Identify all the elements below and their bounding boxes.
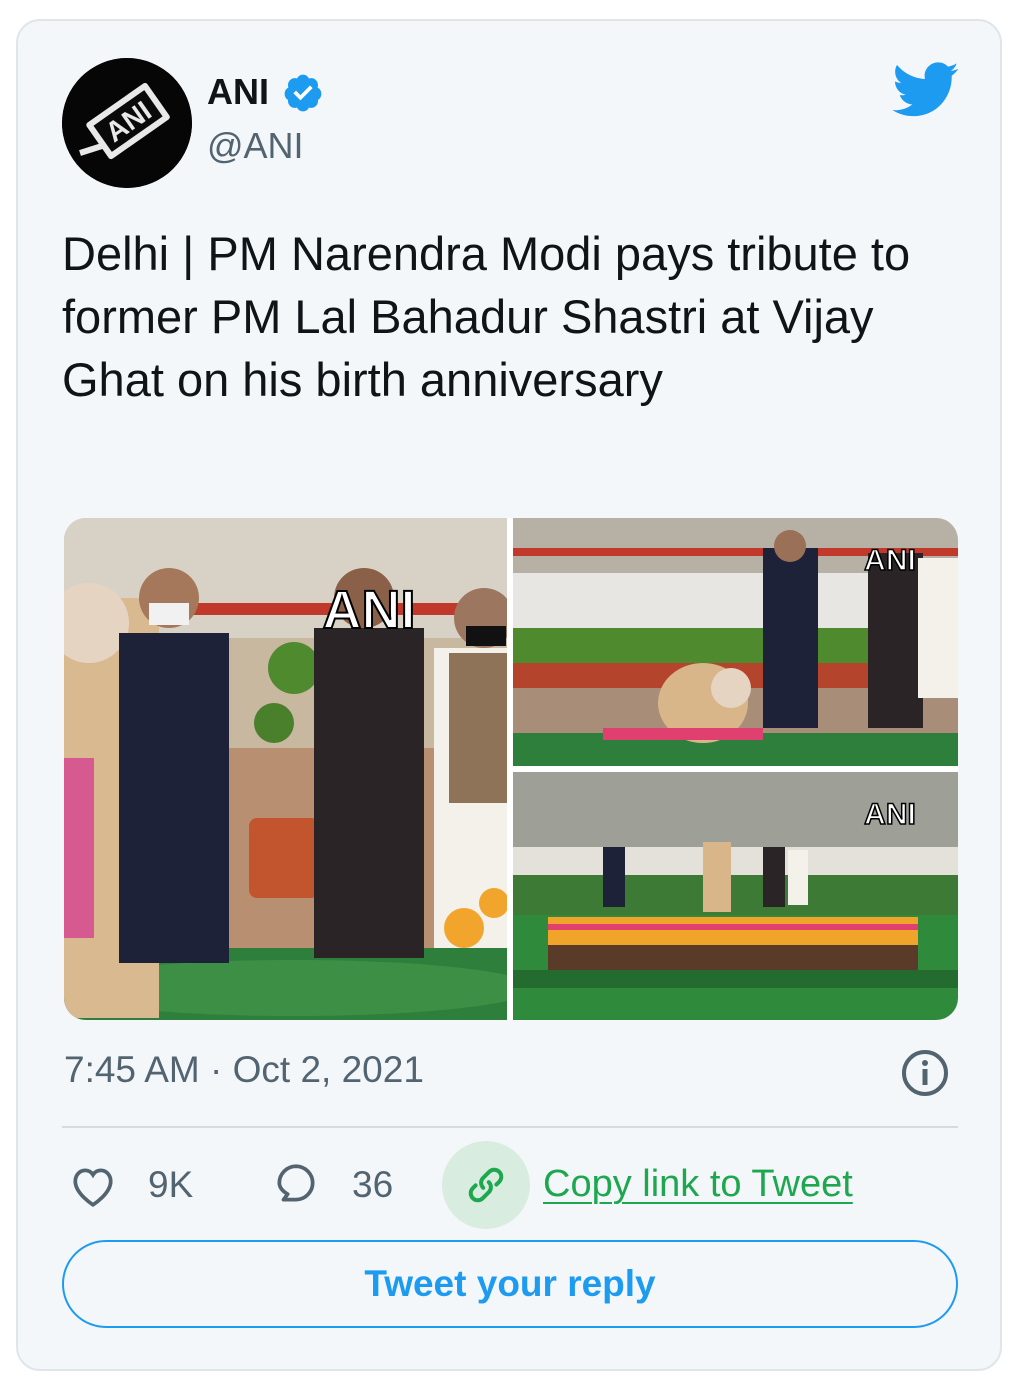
copy-link-button[interactable] <box>442 1141 530 1229</box>
tweet-your-reply-button[interactable]: Tweet your reply <box>62 1240 958 1328</box>
tweet-timestamp[interactable]: 7:45 AM · Oct 2, 2021 <box>64 1048 424 1092</box>
media-watermark: ANI <box>864 798 916 831</box>
author-handle[interactable]: @ANI <box>207 126 304 166</box>
twitter-bird-icon[interactable] <box>892 62 960 118</box>
reply-count-button[interactable]: 36 <box>270 1150 393 1220</box>
author-avatar[interactable]: ANI <box>62 58 192 188</box>
media-watermark: ANI <box>864 544 916 577</box>
like-button[interactable]: 9K <box>68 1150 193 1220</box>
info-icon[interactable] <box>900 1048 950 1098</box>
media-grid: ANI ANI ANI <box>64 518 958 1020</box>
verified-badge-icon <box>284 74 322 112</box>
media-photo-2[interactable]: ANI <box>513 518 958 766</box>
media-photo-1[interactable]: ANI <box>64 518 507 1020</box>
copy-link-label[interactable]: Copy link to Tweet <box>543 1160 853 1208</box>
reply-bubble-icon <box>277 1164 315 1202</box>
divider <box>62 1126 958 1128</box>
author-name[interactable]: ANI <box>207 72 269 112</box>
tweet-text: Delhi | PM Narendra Modi pays tribute to… <box>62 227 911 406</box>
link-icon <box>468 1167 504 1203</box>
reply-count: 36 <box>352 1164 394 1205</box>
media-photo-3[interactable]: ANI <box>513 772 958 1020</box>
heart-icon <box>73 1168 113 1208</box>
like-count: 9K <box>148 1164 194 1205</box>
media-watermark: ANI <box>323 580 416 640</box>
